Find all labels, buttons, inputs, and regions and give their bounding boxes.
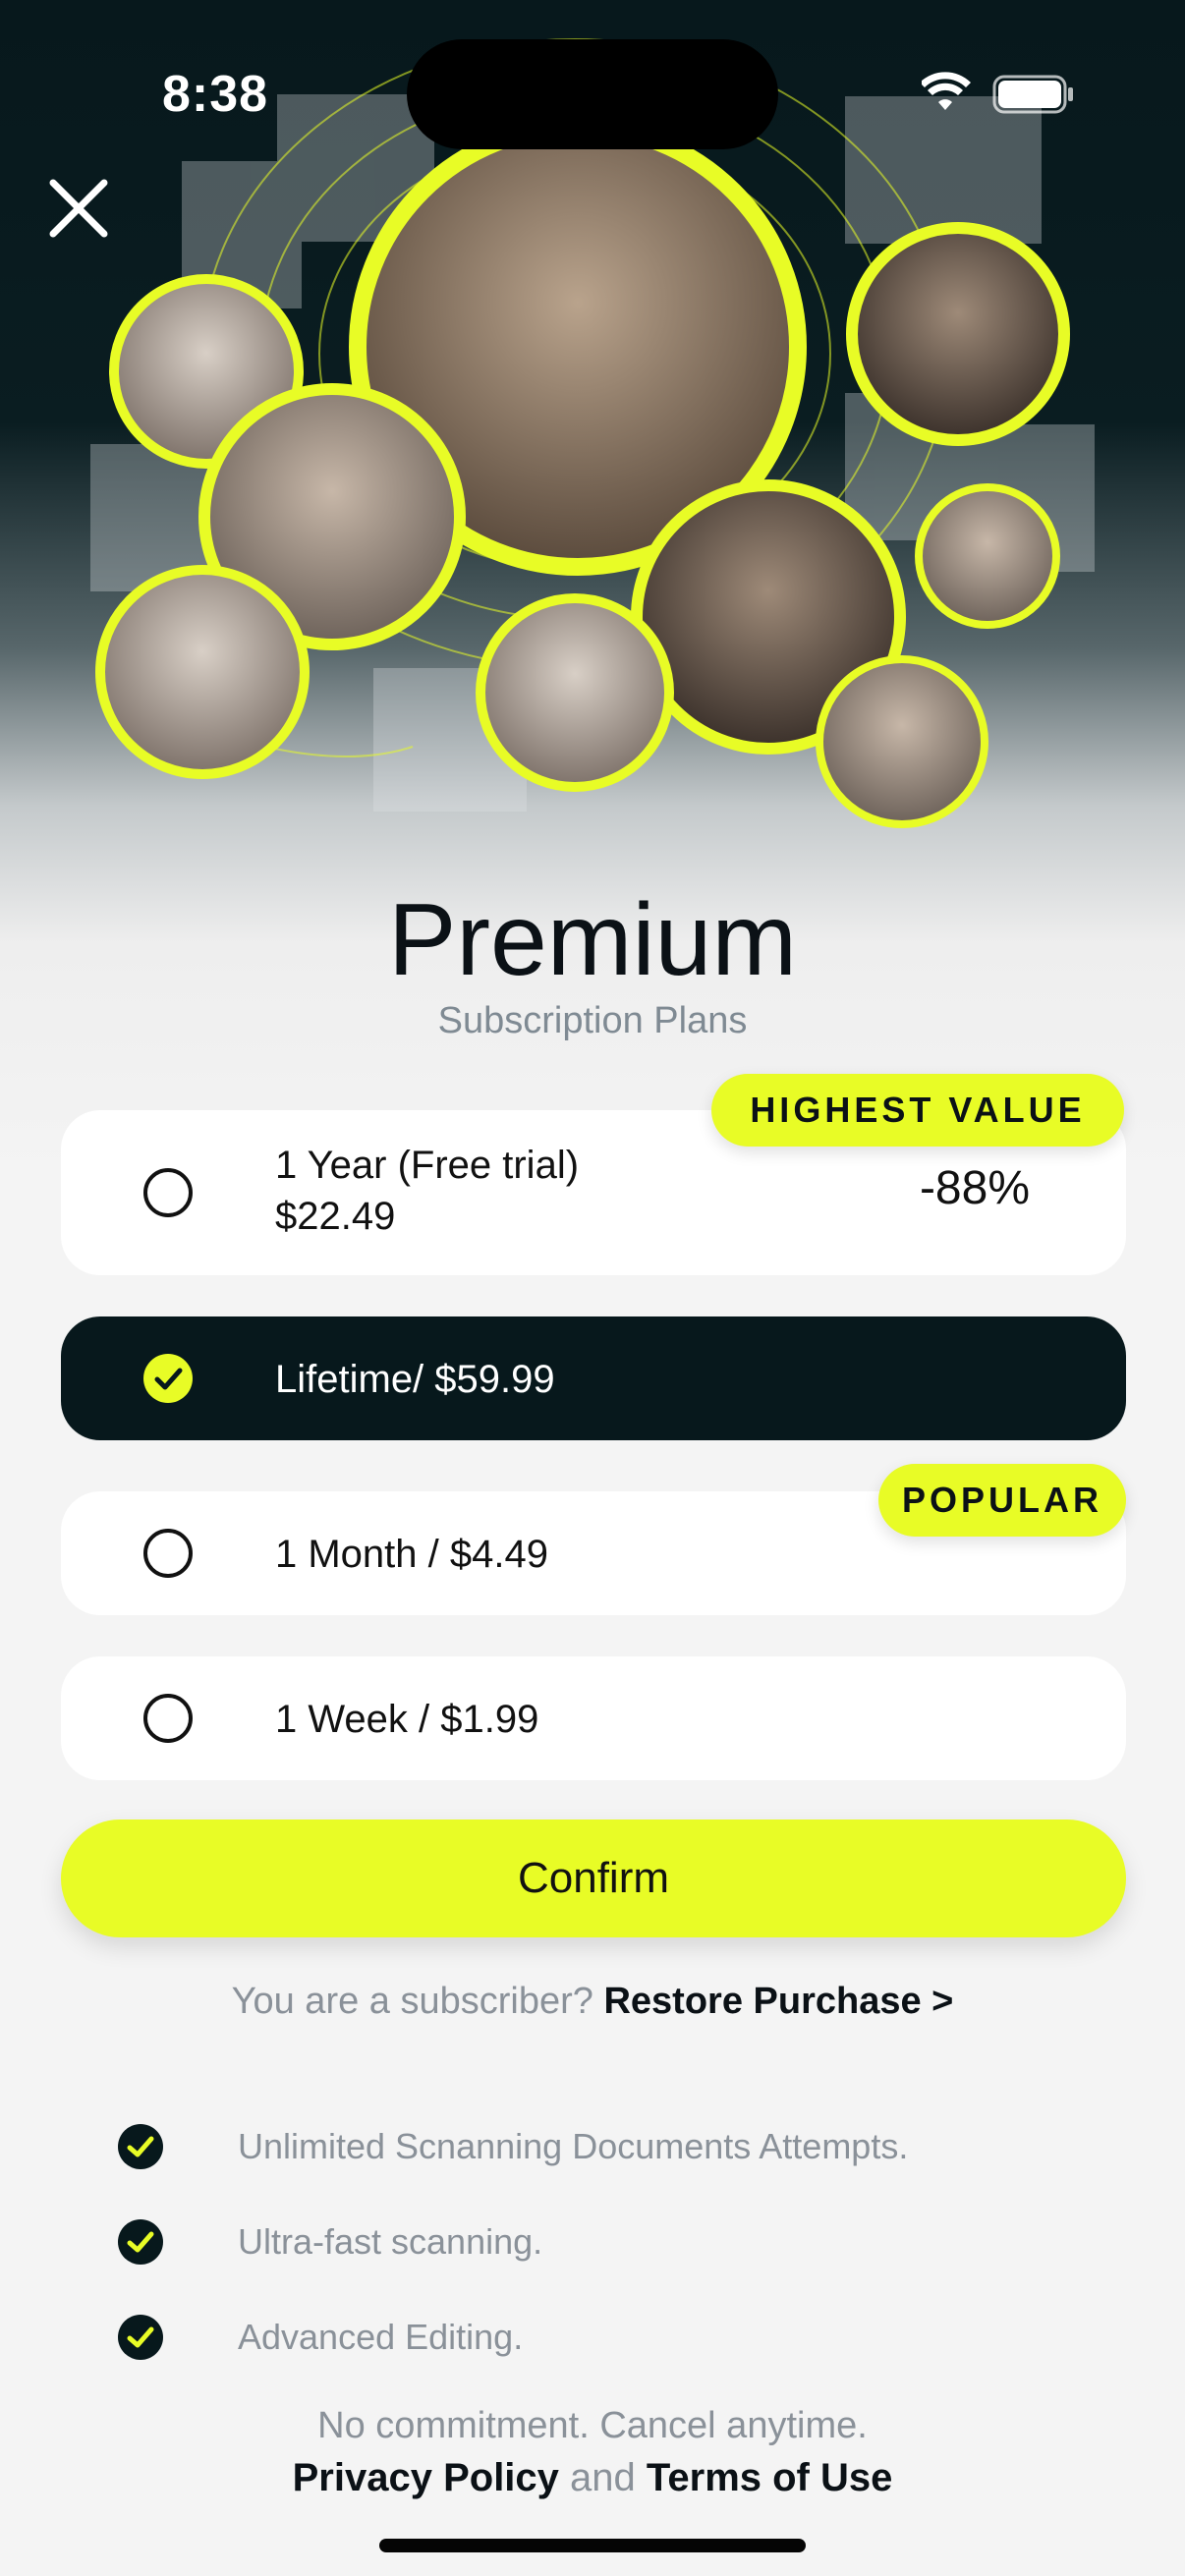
- plan-name: 1 Year (Free trial): [275, 1144, 580, 1187]
- home-indicator: [379, 2539, 806, 2552]
- avatar: [816, 655, 988, 828]
- plan-option-lifetime[interactable]: Lifetime/ $59.99: [61, 1316, 1126, 1440]
- battery-icon: [992, 75, 1073, 114]
- privacy-policy-link[interactable]: Privacy Policy: [293, 2456, 559, 2499]
- plan-price: $22.49: [275, 1195, 396, 1238]
- dynamic-island: [407, 39, 778, 149]
- avatar: [476, 593, 674, 792]
- plan-label: Lifetime/ $59.99: [275, 1358, 555, 1401]
- terms-of-use-link[interactable]: Terms of Use: [647, 2456, 892, 2499]
- plan-option-week[interactable]: 1 Week / $1.99: [61, 1656, 1126, 1780]
- highest-value-badge: HIGHEST VALUE: [711, 1074, 1124, 1147]
- feature-item: Ultra-fast scanning.: [118, 2219, 1002, 2267]
- legal-and: and: [570, 2456, 636, 2499]
- checkmark-icon: [118, 2124, 163, 2169]
- radio-icon: [143, 1694, 193, 1743]
- plan-label: 1 Week / $1.99: [275, 1698, 539, 1741]
- commitment-note: No commitment. Cancel anytime.: [317, 2405, 868, 2446]
- feature-text: Ultra-fast scanning.: [238, 2221, 543, 2262]
- feature-item: Unlimited Scnanning Documents Attempts.: [118, 2124, 1002, 2171]
- page-subtitle: Subscription Plans: [437, 1000, 748, 1041]
- feature-item: Advanced Editing.: [118, 2315, 1002, 2362]
- plan-label: 1 Year (Free trial) $22.49: [275, 1140, 579, 1242]
- checkmark-icon: [118, 2219, 163, 2265]
- restore-row: You are a subscriber? Restore Purchase >: [0, 1981, 1185, 2023]
- avatar: [915, 483, 1060, 629]
- radio-icon: [143, 1529, 193, 1578]
- feature-text: Advanced Editing.: [238, 2317, 524, 2357]
- discount-label: -88%: [919, 1162, 1030, 1214]
- page-title: Premium: [387, 883, 798, 997]
- status-time: 8:38: [162, 66, 269, 123]
- wifi-icon: [922, 72, 971, 110]
- feature-text: Unlimited Scnanning Documents Attempts.: [238, 2126, 909, 2166]
- radio-checked-icon: [143, 1354, 193, 1403]
- status-icons: [922, 72, 1073, 114]
- radio-icon: [143, 1168, 193, 1217]
- avatar: [95, 565, 310, 779]
- restore-purchase-link[interactable]: Restore Purchase >: [603, 1981, 953, 2022]
- restore-prompt: You are a subscriber?: [231, 1981, 593, 2022]
- checkmark-icon: [154, 1368, 183, 1390]
- checkmark-icon: [118, 2315, 163, 2360]
- plan-label: 1 Month / $4.49: [275, 1533, 548, 1576]
- close-icon[interactable]: [43, 173, 114, 244]
- avatar: [846, 222, 1070, 446]
- legal-links: Privacy Policy and Terms of Use: [0, 2456, 1185, 2500]
- popular-badge: POPULAR: [878, 1464, 1126, 1537]
- confirm-button[interactable]: Confirm: [61, 1820, 1126, 1937]
- paywall-screen: 8:38 Premium Subscription Plans 1 Year (…: [0, 0, 1185, 2576]
